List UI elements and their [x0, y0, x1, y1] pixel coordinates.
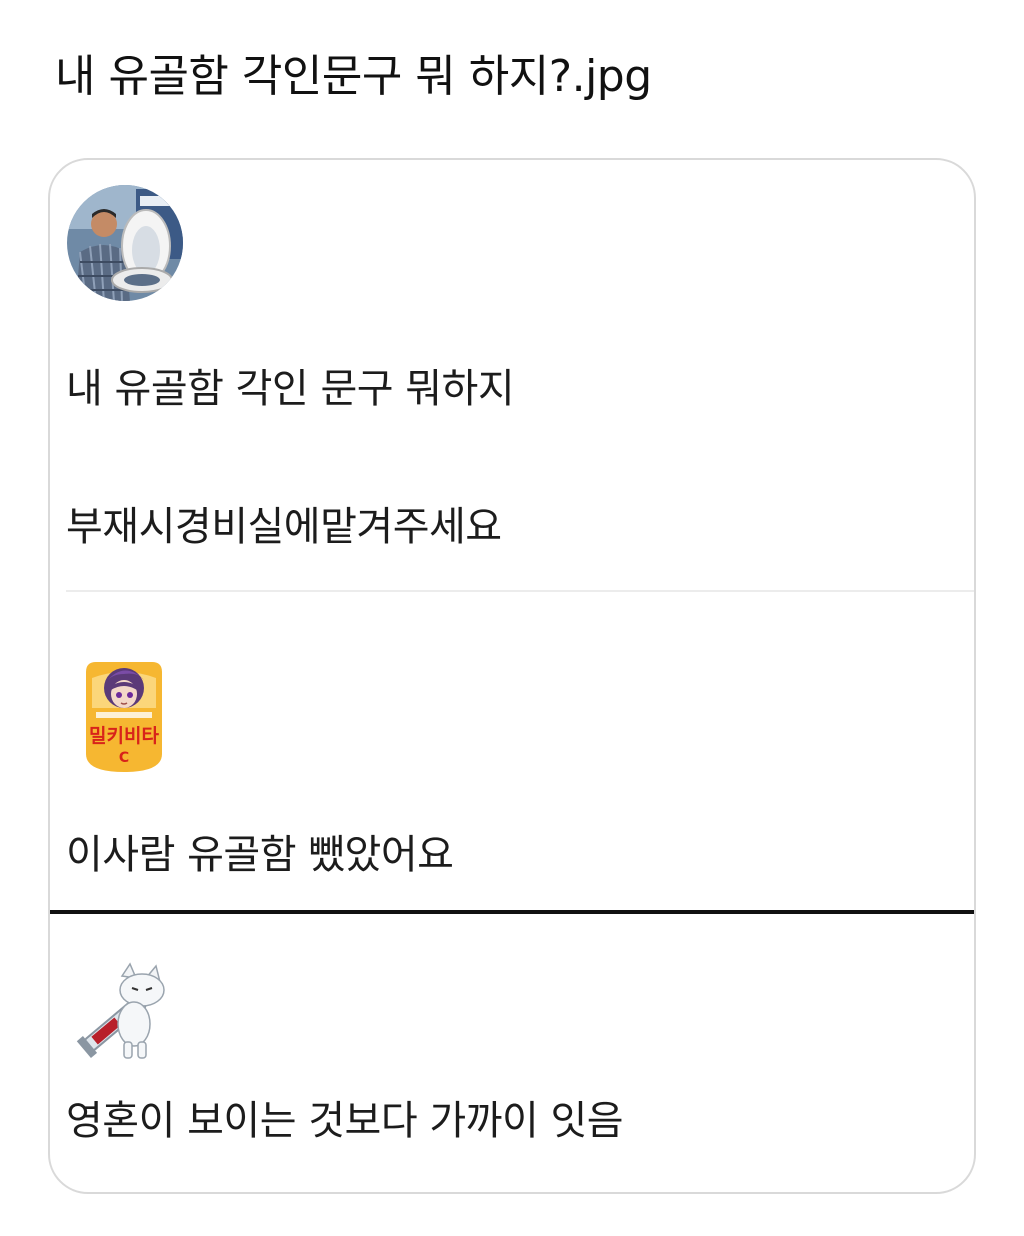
page-title: 내 유골함 각인문구 뭐 하지?.jpg — [55, 51, 652, 102]
post-text: 내 유골함 각인 문구 뭐하지 — [66, 366, 515, 412]
post-item-1: 내 유골함 각인 문구 뭐하지 부재시경비실에맡겨주세요 — [50, 160, 974, 592]
badge-label: 밀키비타 — [89, 725, 159, 747]
milkyvita-anime-badge-avatar[interactable]: 밀키비타 C — [78, 658, 170, 776]
post-text: 영혼이 보이는 것보다 가까이 잇음 — [66, 1098, 624, 1144]
man-holding-toilet-seat-avatar[interactable] — [66, 184, 184, 302]
post-item-3: 영혼이 보이는 것보다 가까이 잇음 — [50, 912, 974, 1192]
post-text: 이사람 유골함 뺐았어요 — [66, 832, 454, 878]
white-cat-with-syringe-avatar[interactable] — [72, 962, 172, 1062]
post-text: 부재시경비실에맡겨주세요 — [66, 504, 502, 550]
badge-sublabel: C — [119, 750, 129, 766]
post-card: 내 유골함 각인 문구 뭐하지 부재시경비실에맡겨주세요 밀키비타 C 이사람 … — [48, 158, 976, 1194]
post-item-2: 밀키비타 C 이사람 유골함 뺐았어요 — [50, 592, 974, 912]
